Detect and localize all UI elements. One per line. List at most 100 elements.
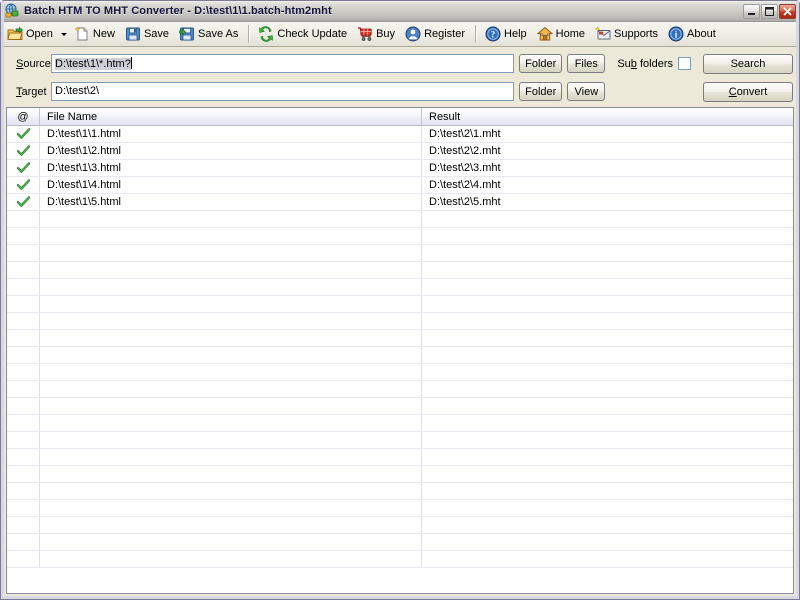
- cell-status: [7, 245, 40, 261]
- toolbar-check-update-button[interactable]: Check Update: [254, 23, 353, 46]
- register-user-icon: [405, 26, 421, 42]
- toolbar-new-button[interactable]: New: [70, 23, 121, 46]
- column-header-status[interactable]: @: [7, 108, 40, 125]
- table-row-empty[interactable]: [7, 432, 793, 449]
- target-label: Target: [16, 85, 47, 98]
- table-row-empty[interactable]: [7, 483, 793, 500]
- open-dropdown-arrow-icon[interactable]: [59, 24, 70, 44]
- shopping-cart-icon: [357, 26, 373, 42]
- table-row[interactable]: D:\test\1\4.html D:\test\2\4.mht: [7, 177, 793, 194]
- cell-status: [7, 262, 40, 278]
- table-row-empty[interactable]: [7, 415, 793, 432]
- table-row-empty[interactable]: [7, 517, 793, 534]
- table-row-empty[interactable]: [7, 500, 793, 517]
- cell-status: [7, 330, 40, 346]
- cell-result: D:\test\2\3.mht: [429, 162, 501, 174]
- cell-result: [422, 415, 793, 431]
- cell-file-name: [40, 364, 422, 380]
- cell-file-name: [40, 466, 422, 482]
- cell-status: [7, 296, 40, 312]
- text-caret: [130, 57, 132, 69]
- table-row-empty[interactable]: [7, 262, 793, 279]
- column-header-file-name[interactable]: File Name: [40, 108, 422, 125]
- cell-status: [7, 160, 40, 176]
- cell-file-name: D:\test\1\2.html: [40, 143, 422, 159]
- table-row-empty[interactable]: [7, 449, 793, 466]
- cell-status: [7, 143, 40, 159]
- source-folder-button[interactable]: Folder: [519, 54, 563, 73]
- toolbar-about-label: About: [687, 28, 716, 40]
- refresh-arrows-icon: [258, 26, 274, 42]
- table-row-empty[interactable]: [7, 245, 793, 262]
- table-row-empty[interactable]: [7, 551, 793, 568]
- app-globe-icon: [4, 3, 20, 19]
- table-row[interactable]: D:\test\1\5.html D:\test\2\5.mht: [7, 194, 793, 211]
- cell-result: D:\test\2\5.mht: [429, 196, 501, 208]
- table-row-empty[interactable]: [7, 296, 793, 313]
- column-header-result[interactable]: Result: [422, 108, 793, 125]
- cell-file-name: D:\test\1\4.html: [40, 177, 422, 193]
- file-list-body[interactable]: D:\test\1\1.html D:\test\2\1.mht D:\test\1…: [7, 126, 793, 593]
- cell-result: [422, 483, 793, 499]
- cell-result: [422, 432, 793, 448]
- toolbar-register-button[interactable]: Register: [401, 23, 471, 46]
- cell-file-name: D:\test\1\1.html: [40, 126, 422, 142]
- table-row[interactable]: D:\test\1\2.html D:\test\2\2.mht: [7, 143, 793, 160]
- table-row-empty[interactable]: [7, 466, 793, 483]
- cell-result: [422, 381, 793, 397]
- cell-status: [7, 483, 40, 499]
- convert-button-label: Convert: [728, 85, 768, 98]
- cell-file-name: [40, 279, 422, 295]
- cell-status: [7, 534, 40, 550]
- table-row-empty[interactable]: [7, 279, 793, 296]
- cell-file-name: [40, 245, 422, 261]
- toolbar-help-button[interactable]: ? Help: [481, 23, 533, 46]
- toolbar-home-button[interactable]: Home: [533, 23, 591, 46]
- toolbar-save-as-button[interactable]: Save As: [175, 23, 244, 46]
- table-row-empty[interactable]: [7, 381, 793, 398]
- toolbar-register-label: Register: [424, 28, 466, 40]
- cell-result: [422, 449, 793, 465]
- target-input-value: D:\test\2\: [55, 85, 100, 97]
- table-row-empty[interactable]: [7, 313, 793, 330]
- target-input[interactable]: D:\test\2\: [51, 82, 515, 101]
- table-row-empty[interactable]: [7, 364, 793, 381]
- toolbar-about-button[interactable]: i About: [664, 23, 722, 46]
- cell-result: D:\test\2\2.mht: [429, 145, 501, 157]
- cell-result: [422, 211, 793, 227]
- toolbar-open-button[interactable]: Open: [3, 23, 59, 46]
- table-row-empty[interactable]: [7, 211, 793, 228]
- convert-button[interactable]: Convert: [703, 81, 793, 102]
- table-row-empty[interactable]: [7, 534, 793, 551]
- status-check-icon: [16, 179, 30, 191]
- source-files-button[interactable]: Files: [567, 54, 606, 73]
- table-row[interactable]: D:\test\1\1.html D:\test\2\1.mht: [7, 126, 793, 143]
- source-input[interactable]: D:\test\1\*.htm?: [51, 54, 515, 73]
- source-input-value: D:\test\1\*.htm?: [55, 58, 131, 70]
- title-bar: Batch HTM TO MHT Converter - D:\test\1\1…: [1, 1, 799, 22]
- cell-file-name: [40, 449, 422, 465]
- cell-file-name: [40, 262, 422, 278]
- minimize-button[interactable]: [743, 3, 760, 19]
- search-button[interactable]: Search: [703, 53, 793, 74]
- target-folder-button[interactable]: Folder: [519, 82, 563, 101]
- maximize-button[interactable]: [761, 3, 778, 19]
- table-row-empty[interactable]: [7, 398, 793, 415]
- svg-text:?: ?: [491, 30, 496, 40]
- table-row-empty[interactable]: [7, 330, 793, 347]
- toolbar-buy-button[interactable]: Buy: [353, 23, 401, 46]
- toolbar-save-button[interactable]: Save: [121, 23, 175, 46]
- close-button[interactable]: [779, 3, 796, 19]
- cell-status: [7, 466, 40, 482]
- cell-file-name: [40, 313, 422, 329]
- toolbar-supports-button[interactable]: Supports: [591, 23, 664, 46]
- subfolders-checkbox[interactable]: [678, 57, 691, 70]
- table-row-empty[interactable]: [7, 228, 793, 245]
- cell-result: [422, 398, 793, 414]
- mail-envelope-icon: [594, 26, 611, 42]
- file-list-view[interactable]: @ File Name Result D:\test\1\1.html D:\te…: [6, 107, 794, 594]
- table-row[interactable]: D:\test\1\3.html D:\test\2\3.mht: [7, 160, 793, 177]
- table-row-empty[interactable]: [7, 347, 793, 364]
- cell-status: [7, 228, 40, 244]
- target-view-button[interactable]: View: [567, 82, 606, 101]
